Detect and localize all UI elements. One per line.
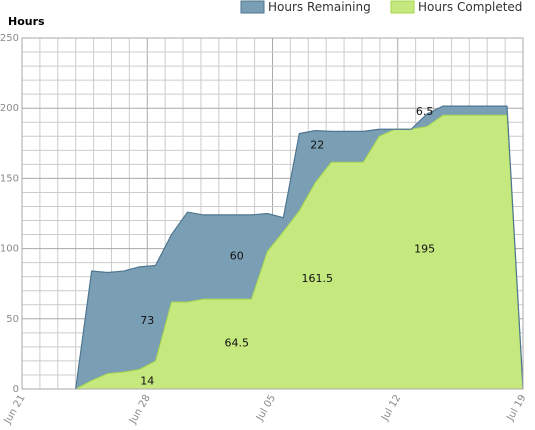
y-axis-title: Hours: [8, 15, 45, 28]
x-tick-label: Jul 12: [379, 393, 403, 424]
legend-label: Hours Completed: [418, 0, 522, 14]
data-label: 161.5: [301, 272, 333, 285]
x-tick-label: Jun 28: [127, 393, 153, 427]
data-label: 195: [414, 243, 435, 256]
data-label: 64.5: [224, 337, 249, 350]
legend-item[interactable]: Hours Remaining: [240, 0, 371, 14]
y-tick-label: 200: [0, 103, 19, 114]
y-tick-label: 250: [0, 33, 19, 44]
legend-label: Hours Remaining: [268, 0, 371, 14]
y-tick-label: 100: [0, 244, 19, 255]
y-tick-label: 150: [0, 173, 19, 184]
x-tick-label: Jul 19: [505, 393, 529, 424]
legend[interactable]: Hours Remaining Hours Completed: [240, 0, 522, 14]
legend-item[interactable]: Hours Completed: [390, 0, 522, 14]
legend-swatch: [240, 0, 265, 14]
data-label: 73: [140, 314, 154, 327]
burnup-chart: 050100150200250 Jun 21 Jun 28 Jul 05 Jul 12…: [0, 0, 529, 427]
y-tick-label: 50: [6, 314, 19, 325]
data-label: 22: [310, 139, 324, 152]
data-label: 6.5: [416, 105, 434, 118]
x-tick-label: Jun 21: [2, 393, 28, 427]
y-axis-ticks: 050100150200250: [0, 33, 19, 395]
data-label: 14: [140, 375, 154, 388]
legend-swatch: [390, 0, 415, 14]
x-axis-ticks: Jun 21 Jun 28 Jul 05 Jul 12 Jul 19: [2, 393, 529, 427]
x-tick-label: Jul 05: [254, 393, 278, 424]
data-label: 60: [230, 250, 244, 263]
